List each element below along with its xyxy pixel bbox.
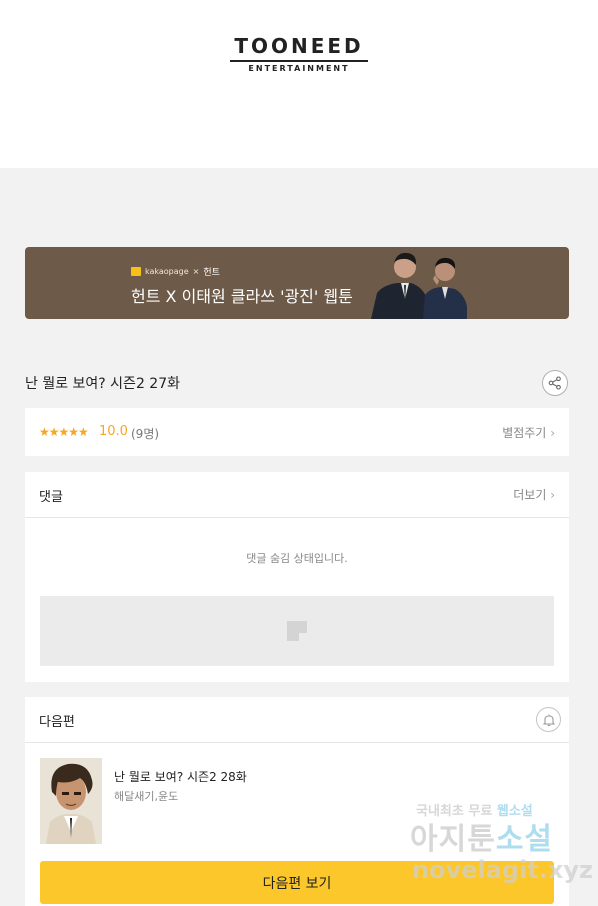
next-header: 다음편 xyxy=(25,697,569,743)
comment-card: 댓글 더보기 › 댓글 숨김 상태입니다. xyxy=(25,472,569,682)
chevron-right-icon: › xyxy=(550,488,555,502)
share-icon xyxy=(548,376,561,390)
comment-label: 댓글 xyxy=(39,490,63,505)
next-label: 다음편 xyxy=(39,715,75,730)
comment-more-link[interactable]: 더보기 › xyxy=(513,486,555,503)
rating-count: (9명) xyxy=(131,427,160,441)
logo-main-text: TOONEED xyxy=(234,34,364,58)
chevron-right-icon: › xyxy=(550,426,555,440)
banner-brand-sep: × xyxy=(192,267,200,276)
next-episode-title: 난 뭘로 보여? 시즌2 28화 xyxy=(114,770,247,784)
next-episode-button[interactable]: 다음편 보기 xyxy=(40,861,554,904)
next-episode-thumbnail[interactable] xyxy=(40,758,102,844)
banner-characters-image xyxy=(363,247,473,319)
rating-card: ★★★★★ 10.0 (9명) 별점주기 › xyxy=(25,408,569,456)
banner-brand-partner: 헌트 xyxy=(203,268,220,278)
notify-button[interactable] xyxy=(536,707,561,732)
rating-score: 10.0 xyxy=(99,424,128,439)
comment-more-label: 더보기 xyxy=(513,488,547,502)
episode-title: 난 뭘로 보여? 시즌2 27화 xyxy=(25,376,180,392)
next-episode-card: 다음편 난 뭘로 보여? 시즌2 28화 해달새기,윤도 다음편 보기 xyxy=(25,697,569,906)
header-area: TOONEED ENTERTAINMENT xyxy=(0,0,598,168)
rate-link[interactable]: 별점주기 › xyxy=(502,424,555,441)
comment-header: 댓글 더보기 › xyxy=(25,472,569,518)
banner-brand: kakaopage × 헌트 xyxy=(131,265,220,278)
kakaopage-logo-icon xyxy=(131,267,141,276)
bell-icon xyxy=(542,714,555,726)
share-button[interactable] xyxy=(542,370,568,396)
comment-hidden-message: 댓글 숨김 상태입니다. xyxy=(246,552,348,565)
tooneed-logo[interactable]: TOONEED ENTERTAINMENT xyxy=(222,36,376,74)
ad-logo-icon xyxy=(287,621,307,641)
ad-placeholder[interactable] xyxy=(40,596,554,666)
next-episode-author: 해달새기,윤도 xyxy=(114,790,179,803)
banner-brand-name: kakaopage xyxy=(145,267,189,276)
promo-banner[interactable]: kakaopage × 헌트 헌트 X 이태원 클라쓰 '광진' 웹툰 xyxy=(25,247,569,319)
banner-title: 헌트 X 이태원 클라쓰 '광진' 웹툰 xyxy=(131,287,353,306)
rate-link-label: 별점주기 xyxy=(502,426,547,440)
logo-divider xyxy=(230,60,368,62)
rating-stars: ★★★★★ xyxy=(39,425,89,439)
logo-sub-text: ENTERTAINMENT xyxy=(248,64,350,73)
